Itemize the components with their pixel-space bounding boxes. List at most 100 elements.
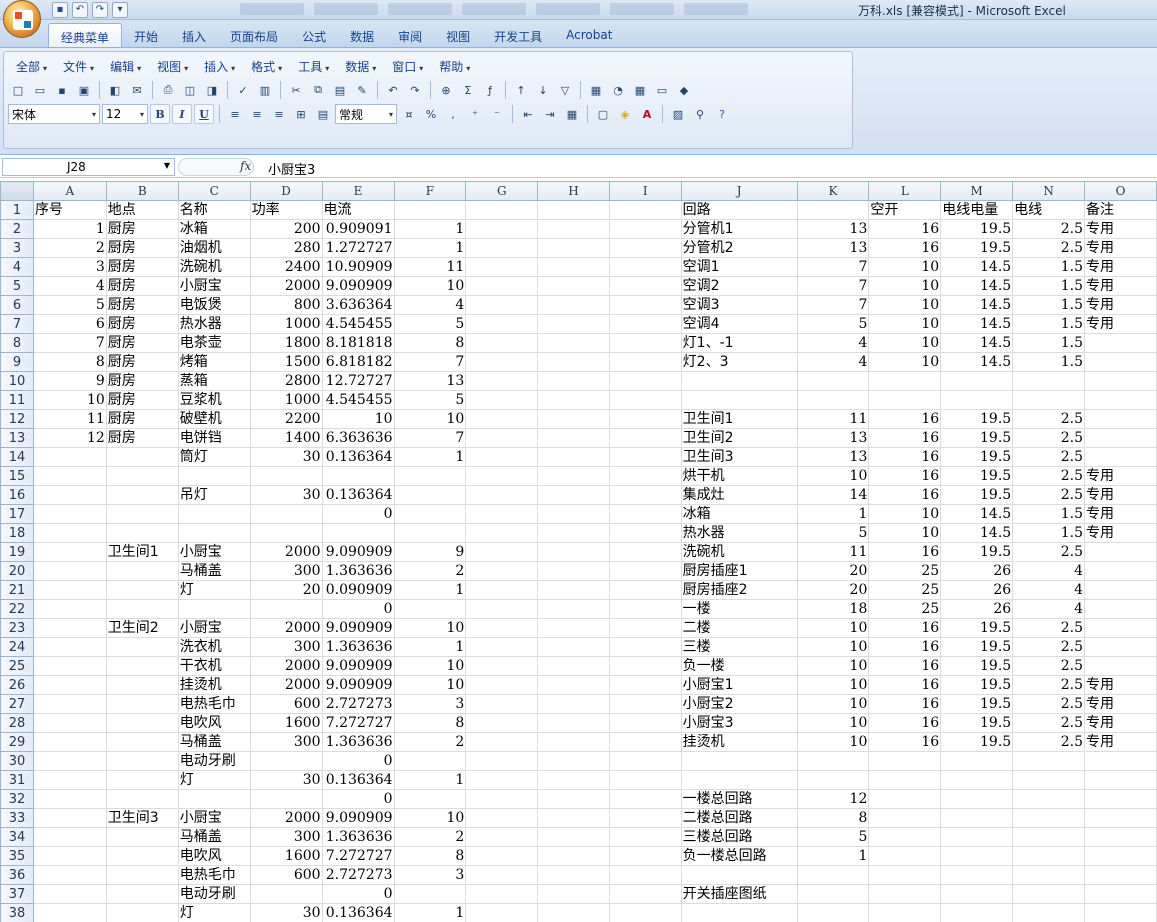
cell[interactable]: 19.5	[940, 656, 1014, 676]
cell[interactable]	[940, 371, 1014, 391]
cell[interactable]	[796, 884, 870, 904]
cell[interactable]: 19.5	[940, 219, 1014, 239]
cell[interactable]: 2.5	[1012, 675, 1086, 695]
cell[interactable]	[796, 390, 870, 410]
cell[interactable]	[608, 713, 682, 733]
cell[interactable]: 三楼总回路	[680, 827, 798, 847]
cell[interactable]: 300	[249, 827, 323, 847]
menu-all[interactable]: 全部 ▾	[8, 58, 55, 75]
cell[interactable]	[1084, 409, 1157, 429]
menu-view[interactable]: 视图 ▾	[149, 58, 196, 75]
cell[interactable]: 3	[32, 257, 107, 277]
cell[interactable]: 1000	[249, 314, 323, 334]
cell[interactable]: 1.5	[1012, 352, 1086, 372]
open-folder-icon[interactable]: ▭	[30, 80, 50, 100]
column-header[interactable]: O	[1084, 181, 1157, 201]
cell[interactable]: 洗碗机	[680, 542, 798, 562]
cell[interactable]	[465, 675, 539, 695]
cell[interactable]: 10	[393, 618, 467, 638]
cell[interactable]: 1	[393, 770, 467, 790]
cell[interactable]	[680, 371, 798, 391]
cell[interactable]: 灯	[177, 770, 251, 790]
merge-center-icon[interactable]: ⊞	[291, 104, 311, 124]
cell[interactable]: 10	[393, 409, 467, 429]
cell[interactable]: 10	[868, 333, 942, 353]
cell[interactable]: 洗碗机	[177, 257, 251, 277]
cell[interactable]	[465, 466, 539, 486]
row-header[interactable]: 25	[0, 656, 34, 676]
cell[interactable]	[608, 903, 682, 922]
drawing-icon[interactable]: ◔	[608, 80, 628, 100]
cell[interactable]: 4	[393, 295, 467, 315]
cell[interactable]: 7	[32, 333, 107, 353]
column-header[interactable]: I	[608, 181, 682, 201]
cell[interactable]: 14.5	[940, 257, 1014, 277]
cell[interactable]	[537, 599, 610, 619]
cell[interactable]	[608, 637, 682, 657]
permission-icon[interactable]: ▣	[74, 80, 94, 100]
cell[interactable]: 0	[321, 504, 395, 524]
cell[interactable]	[105, 599, 179, 619]
table-icon[interactable]: ▦	[630, 80, 650, 100]
cell[interactable]	[105, 694, 179, 714]
cell[interactable]	[393, 523, 467, 543]
name-box[interactable]: J28 ▼	[2, 158, 175, 176]
row-header[interactable]: 18	[0, 523, 34, 543]
cell[interactable]	[1084, 846, 1157, 866]
align-right-icon[interactable]: ≡	[269, 104, 289, 124]
cell[interactable]: 5	[32, 295, 107, 315]
cell[interactable]	[537, 200, 610, 220]
cell[interactable]: 1	[393, 238, 467, 258]
cell[interactable]: 16	[868, 656, 942, 676]
cell[interactable]: 30	[249, 903, 323, 922]
print-icon[interactable]: ⎙	[158, 80, 178, 100]
cell[interactable]	[32, 732, 107, 752]
cell[interactable]: 5	[796, 827, 870, 847]
tab-classic-menu[interactable]: 经典菜单	[48, 23, 123, 47]
cell[interactable]	[1084, 884, 1157, 904]
cell[interactable]	[465, 808, 539, 828]
cell[interactable]: 专用	[1084, 523, 1157, 543]
cell[interactable]	[465, 523, 539, 543]
row-header[interactable]: 9	[0, 352, 34, 372]
cell[interactable]	[321, 466, 395, 486]
cell[interactable]: 16	[868, 466, 942, 486]
cell[interactable]	[537, 371, 610, 391]
cell[interactable]	[608, 599, 682, 619]
cell[interactable]: 12	[796, 789, 870, 809]
row-header[interactable]: 27	[0, 694, 34, 714]
cell[interactable]: 电流	[321, 200, 395, 220]
cell[interactable]	[796, 865, 870, 885]
cell[interactable]: 卫生间3	[105, 808, 179, 828]
cell[interactable]	[249, 504, 323, 524]
cell[interactable]	[537, 409, 610, 429]
cell[interactable]: 3	[393, 865, 467, 885]
select-all-corner[interactable]	[0, 181, 34, 201]
cell[interactable]: 烤箱	[177, 352, 251, 372]
cell[interactable]: 回路	[680, 200, 798, 220]
cell[interactable]: 9.090909	[321, 276, 395, 296]
cell[interactable]: 1.5	[1012, 523, 1086, 543]
cell[interactable]	[249, 599, 323, 619]
cell[interactable]	[940, 903, 1014, 922]
cell[interactable]	[1012, 808, 1086, 828]
cell[interactable]: 30	[249, 770, 323, 790]
cell[interactable]: 烘干机	[680, 466, 798, 486]
cell-style-icon[interactable]: ▦	[562, 104, 582, 124]
cell[interactable]: 16	[868, 637, 942, 657]
cell[interactable]	[32, 447, 107, 467]
cell[interactable]: 10	[868, 504, 942, 524]
cell[interactable]: 14.5	[940, 276, 1014, 296]
cell[interactable]: 25	[868, 599, 942, 619]
cell[interactable]	[1012, 789, 1086, 809]
cell[interactable]: 厨房	[105, 428, 179, 448]
cell[interactable]: 2.5	[1012, 485, 1086, 505]
cell[interactable]: 0	[321, 751, 395, 771]
percent-button[interactable]: %	[421, 104, 441, 124]
cell[interactable]: 2	[32, 238, 107, 258]
cell[interactable]: 集成灶	[680, 485, 798, 505]
cell[interactable]	[537, 314, 610, 334]
cell[interactable]	[465, 580, 539, 600]
cell[interactable]: 开关插座图纸	[680, 884, 798, 904]
cell[interactable]	[1084, 542, 1157, 562]
